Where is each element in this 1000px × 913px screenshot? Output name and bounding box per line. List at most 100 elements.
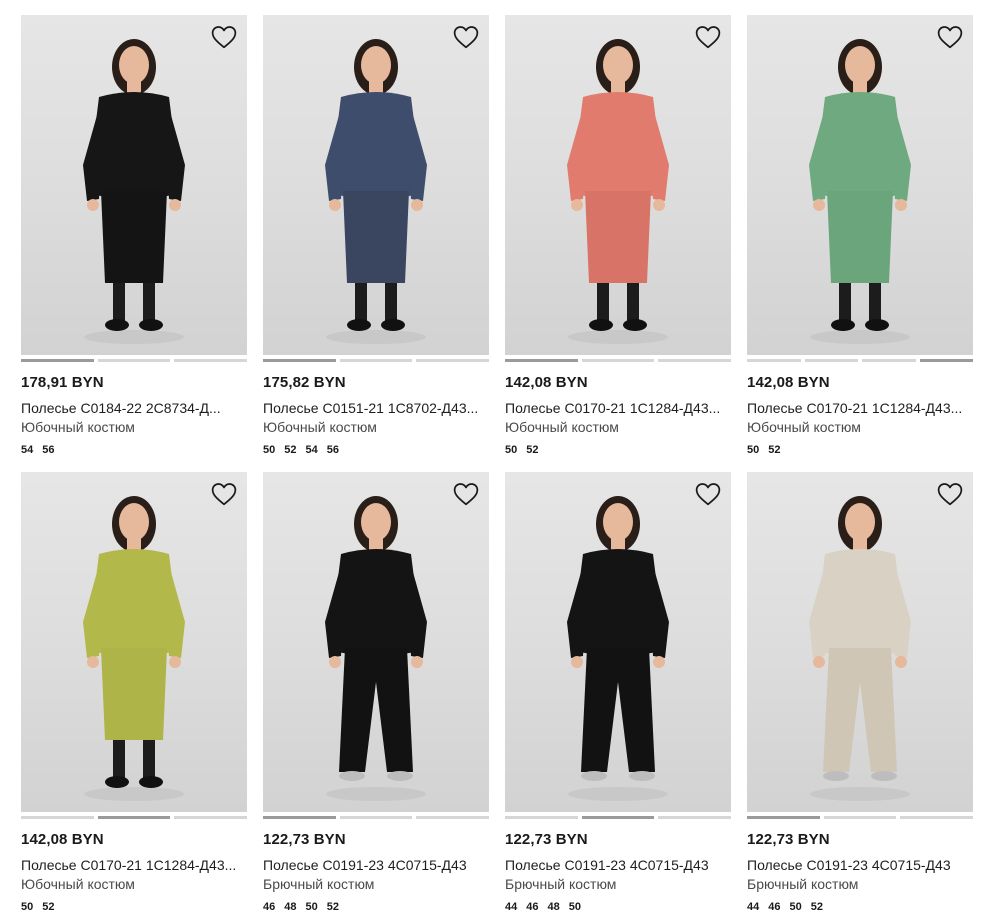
- product-price: 175,82 BYN: [263, 374, 346, 391]
- size-list: 46 48 50 52: [263, 901, 489, 913]
- slide-indicator-segment[interactable]: [862, 359, 916, 362]
- product-name[interactable]: Полесье С0191-23 4С0715-Д43: [263, 857, 489, 873]
- size-option[interactable]: 50: [21, 901, 33, 913]
- product-photo[interactable]: [21, 472, 247, 812]
- size-option[interactable]: 48: [548, 901, 560, 913]
- product-photo[interactable]: [505, 472, 731, 812]
- slide-indicator-segment[interactable]: [416, 816, 490, 819]
- slide-indicator-segment[interactable]: [804, 359, 858, 362]
- slide-indicator-segment[interactable]: [263, 359, 336, 362]
- product-card[interactable]: 142,08 BYN Полесье С0170-21 1С1284-Д43...…: [21, 472, 248, 913]
- size-option[interactable]: 52: [42, 901, 54, 913]
- slide-indicator-segment[interactable]: [747, 359, 801, 362]
- slide-indicator-segment[interactable]: [174, 359, 248, 362]
- product-name[interactable]: Полесье С0191-23 4С0715-Д43: [747, 857, 973, 873]
- product-photo-figure: [83, 39, 185, 344]
- product-price: 178,91 BYN: [21, 374, 104, 391]
- slide-indicator-segment[interactable]: [339, 816, 413, 819]
- product-grid: 178,91 BYN Полесье С0184-22 2С8734-Д... Юб…: [0, 0, 1000, 913]
- size-list: 54 56: [21, 444, 247, 456]
- slide-indicator-segment[interactable]: [658, 816, 732, 819]
- slide-indicator-segment[interactable]: [174, 816, 248, 819]
- product-name[interactable]: Полесье С0151-21 1С8702-Д43...: [263, 400, 489, 416]
- size-option[interactable]: 44: [747, 901, 759, 913]
- heart-outline-icon[interactable]: [695, 25, 721, 49]
- product-name[interactable]: Полесье С0170-21 1С1284-Д43...: [21, 857, 247, 873]
- product-card[interactable]: 122,73 BYN Полесье С0191-23 4С0715-Д43 Брю…: [747, 472, 974, 913]
- size-option[interactable]: 44: [505, 901, 517, 913]
- product-category: Брючный костюм: [505, 876, 617, 892]
- product-photo[interactable]: [505, 15, 731, 355]
- size-option[interactable]: 46: [263, 901, 275, 913]
- size-option[interactable]: 46: [768, 901, 780, 913]
- slide-indicator-segment[interactable]: [263, 816, 336, 819]
- size-option[interactable]: 50: [306, 901, 318, 913]
- size-option[interactable]: 54: [306, 444, 318, 456]
- slide-indicator-segment[interactable]: [21, 816, 94, 819]
- size-option[interactable]: 50: [569, 901, 581, 913]
- photo-slider-indicator: [505, 359, 732, 362]
- slide-indicator-segment[interactable]: [97, 816, 171, 819]
- slide-indicator-segment[interactable]: [505, 816, 578, 819]
- product-name[interactable]: Полесье С0170-21 1С1284-Д43...: [747, 400, 973, 416]
- size-option[interactable]: 54: [21, 444, 33, 456]
- product-photo[interactable]: [747, 15, 973, 355]
- slide-indicator-segment[interactable]: [747, 816, 820, 819]
- heart-outline-icon[interactable]: [453, 482, 479, 506]
- product-photo-figure: [809, 39, 911, 344]
- product-name[interactable]: Полесье С0170-21 1С1284-Д43...: [505, 400, 731, 416]
- heart-outline-icon[interactable]: [695, 482, 721, 506]
- size-option[interactable]: 50: [747, 444, 759, 456]
- size-option[interactable]: 52: [526, 444, 538, 456]
- heart-outline-icon[interactable]: [211, 25, 237, 49]
- size-option[interactable]: 56: [327, 444, 339, 456]
- product-card[interactable]: 142,08 BYN Полесье С0170-21 1С1284-Д43...…: [747, 15, 973, 456]
- product-price: 142,08 BYN: [747, 374, 830, 391]
- heart-outline-icon[interactable]: [937, 482, 963, 506]
- slide-indicator-segment[interactable]: [339, 359, 413, 362]
- size-option[interactable]: 50: [263, 444, 275, 456]
- product-photo[interactable]: [747, 472, 973, 812]
- product-card[interactable]: 122,73 BYN Полесье С0191-23 4С0715-Д43 Брю…: [505, 472, 732, 913]
- slide-indicator-segment[interactable]: [581, 816, 655, 819]
- slide-indicator-segment[interactable]: [658, 359, 732, 362]
- size-option[interactable]: 52: [327, 901, 339, 913]
- slide-indicator-segment[interactable]: [823, 816, 897, 819]
- photo-slider-indicator: [747, 816, 974, 819]
- product-photo[interactable]: [263, 15, 489, 355]
- product-name[interactable]: Полесье С0191-23 4С0715-Д43: [505, 857, 731, 873]
- heart-outline-icon[interactable]: [453, 25, 479, 49]
- product-card[interactable]: 122,73 BYN Полесье С0191-23 4С0715-Д43 Брю…: [263, 472, 490, 913]
- size-option[interactable]: 50: [505, 444, 517, 456]
- size-option[interactable]: 56: [42, 444, 54, 456]
- slide-indicator-segment[interactable]: [581, 359, 655, 362]
- product-photo-figure: [325, 39, 427, 344]
- product-photo[interactable]: [21, 15, 247, 355]
- product-card[interactable]: 175,82 BYN Полесье С0151-21 1С8702-Д43...…: [263, 15, 490, 456]
- product-category: Брючный костюм: [747, 876, 859, 892]
- slide-indicator-segment[interactable]: [919, 359, 973, 362]
- size-option[interactable]: 46: [526, 901, 538, 913]
- photo-slider-indicator: [263, 816, 490, 819]
- size-option[interactable]: 52: [284, 444, 296, 456]
- photo-slider-indicator: [21, 359, 248, 362]
- size-option[interactable]: 48: [284, 901, 296, 913]
- heart-outline-icon[interactable]: [211, 482, 237, 506]
- slide-indicator-segment[interactable]: [900, 816, 974, 819]
- photo-slider-indicator: [263, 359, 490, 362]
- product-photo[interactable]: [263, 472, 489, 812]
- product-category: Юбочный костюм: [21, 419, 135, 435]
- size-option[interactable]: 50: [790, 901, 802, 913]
- size-list: 44 46 48 50: [505, 901, 731, 913]
- size-option[interactable]: 52: [811, 901, 823, 913]
- product-card[interactable]: 178,91 BYN Полесье С0184-22 2С8734-Д... Юб…: [21, 15, 248, 456]
- product-price: 142,08 BYN: [505, 374, 588, 391]
- slide-indicator-segment[interactable]: [97, 359, 171, 362]
- heart-outline-icon[interactable]: [937, 25, 963, 49]
- slide-indicator-segment[interactable]: [416, 359, 490, 362]
- slide-indicator-segment[interactable]: [21, 359, 94, 362]
- product-name[interactable]: Полесье С0184-22 2С8734-Д...: [21, 400, 247, 416]
- slide-indicator-segment[interactable]: [505, 359, 578, 362]
- product-card[interactable]: 142,08 BYN Полесье С0170-21 1С1284-Д43...…: [505, 15, 732, 456]
- size-option[interactable]: 52: [768, 444, 780, 456]
